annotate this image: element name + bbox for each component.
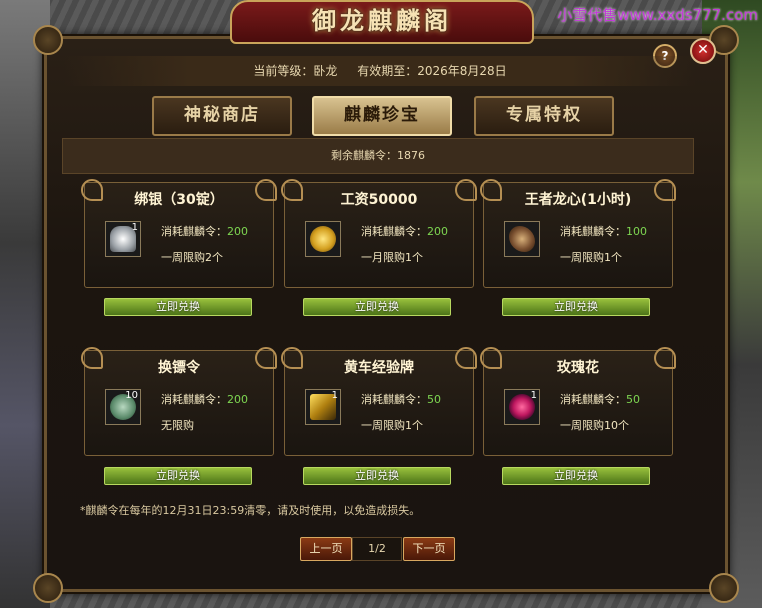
item-cost: 消耗麒麟令：50: [361, 391, 441, 407]
item-name: 工资50000: [340, 192, 418, 208]
tab-bar: 神秘商店 麒麟珍宝 专属特权: [152, 96, 614, 136]
redeem-button[interactable]: 立即兑换: [104, 467, 252, 485]
redeem-button[interactable]: 立即兑换: [303, 298, 451, 316]
tab-qilin-treasure[interactable]: 麒麟珍宝: [312, 96, 452, 136]
purchase-limit: 一周限购1个: [361, 419, 423, 432]
item-name: 换镖令: [158, 360, 200, 376]
panel-corner-ornament: [33, 25, 63, 55]
panel-corner-ornament: [709, 573, 739, 603]
shop-item-card: 换镖令 10 消耗麒麟令：200 无限购: [81, 347, 277, 456]
purchase-limit: 一周限购2个: [161, 251, 223, 264]
silver-ingot-icon[interactable]: 1: [105, 221, 141, 257]
cost-label: 消耗麒麟令：: [161, 225, 227, 238]
cost-value: 50: [427, 393, 441, 406]
purchase-limit: 一周限购10个: [560, 419, 629, 432]
redeem-button[interactable]: 立即兑换: [502, 467, 650, 485]
cost-value: 50: [626, 393, 640, 406]
cost-value: 200: [227, 393, 248, 406]
shop-item-card: 绑银（30锭） 1 消耗麒麟令：200 一周限购2个: [81, 179, 277, 288]
cost-label: 消耗麒麟令：: [161, 393, 227, 406]
cost-label: 消耗麒麟令：: [361, 393, 427, 406]
purchase-limit: 一月限购1个: [361, 251, 423, 264]
item-cost: 消耗麒麟令：200: [361, 223, 448, 239]
current-level: 当前等级：卧龙: [253, 64, 338, 78]
next-page-button[interactable]: 下一页: [403, 537, 455, 561]
golden-cart-icon[interactable]: 1: [305, 389, 341, 425]
status-info-bar: 当前等级：卧龙 有效期至：2026年8月28日: [64, 56, 696, 86]
item-count: 1: [331, 390, 338, 401]
item-cost: 消耗麒麟令：200: [161, 223, 248, 239]
rose-icon[interactable]: 1: [504, 389, 540, 425]
shop-item-card: 玫瑰花 1 消耗麒麟令：50 一周限购10个: [480, 347, 676, 456]
window-title: 御龙麒麟阁: [230, 0, 534, 44]
item-count: 10: [125, 390, 138, 401]
panel-corner-ornament: [33, 573, 63, 603]
shop-item-card: 工资50000 消耗麒麟令：200 一月限购1个: [281, 179, 477, 288]
cost-label: 消耗麒麟令：: [361, 225, 427, 238]
purchase-limit: 一周限购1个: [560, 251, 622, 264]
prev-page-button[interactable]: 上一页: [300, 537, 352, 561]
expire-date: 有效期至：2026年8月28日: [357, 64, 507, 78]
token-icon[interactable]: 10: [105, 389, 141, 425]
cost-value: 100: [626, 225, 647, 238]
dragon-head-icon[interactable]: [504, 221, 540, 257]
watermark-text: 小雪代售www.xxds777.com: [557, 6, 758, 24]
redeem-button[interactable]: 立即兑换: [303, 467, 451, 485]
remaining-tokens: 剩余麒麟令：1876: [62, 138, 694, 174]
tab-exclusive-privilege[interactable]: 专属特权: [474, 96, 614, 136]
cost-label: 消耗麒麟令：: [560, 393, 626, 406]
cost-label: 消耗麒麟令：: [560, 225, 626, 238]
cost-value: 200: [427, 225, 448, 238]
item-name: 玫瑰花: [557, 360, 599, 376]
item-name: 王者龙心(1小时): [524, 192, 632, 208]
gold-coins-icon[interactable]: [305, 221, 341, 257]
tab-mystery-shop[interactable]: 神秘商店: [152, 96, 292, 136]
item-count: 1: [131, 222, 138, 233]
item-cost: 消耗麒麟令：50: [560, 391, 640, 407]
redeem-button[interactable]: 立即兑换: [502, 298, 650, 316]
item-count: 1: [530, 390, 537, 401]
item-name: 黄车经验牌: [344, 360, 414, 376]
shop-item-card: 黄车经验牌 1 消耗麒麟令：50 一周限购1个: [281, 347, 477, 456]
page-indicator: 1/2: [352, 537, 402, 561]
item-cost: 消耗麒麟令：200: [161, 391, 248, 407]
purchase-limit: 无限购: [161, 419, 194, 432]
item-name: 绑银（30锭）: [134, 192, 224, 208]
redeem-button[interactable]: 立即兑换: [104, 298, 252, 316]
background-left-wall: [0, 0, 50, 608]
reset-notice: *麒麟令在每年的12月31日23:59清零，请及时使用，以免造成损失。: [80, 504, 421, 517]
shop-item-card: 王者龙心(1小时) 消耗麒麟令：100 一周限购1个: [480, 179, 676, 288]
cost-value: 200: [227, 225, 248, 238]
item-cost: 消耗麒麟令：100: [560, 223, 647, 239]
